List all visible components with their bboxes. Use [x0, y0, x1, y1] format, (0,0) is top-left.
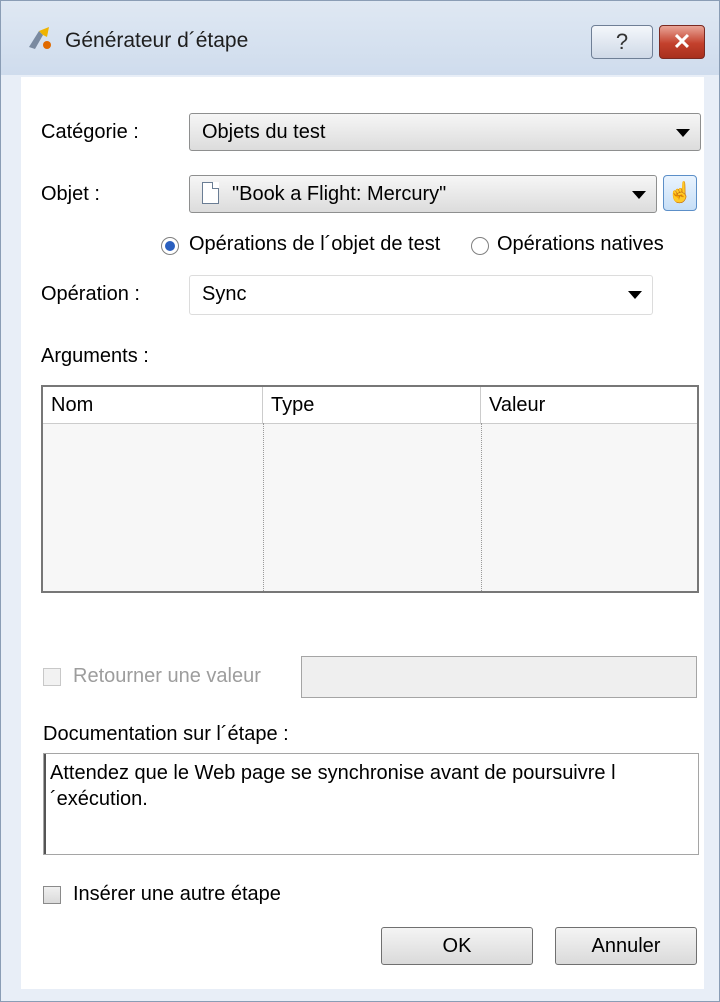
radio-native-operations[interactable] — [471, 237, 489, 255]
return-value-checkbox[interactable] — [43, 668, 61, 686]
insert-another-step-label[interactable]: Insérer une autre étape — [73, 883, 281, 906]
close-button[interactable]: ✕ — [659, 25, 705, 59]
object-select[interactable]: "Book a Flight: Mercury" — [189, 175, 657, 213]
category-value: Objets du test — [202, 121, 326, 143]
column-header-type[interactable]: Type — [263, 387, 481, 423]
return-value-label: Retourner une valeur — [73, 665, 261, 687]
ok-button[interactable]: OK — [381, 927, 533, 965]
operation-label: Opération : — [41, 283, 140, 305]
radio-native-operations-label[interactable]: Opérations natives — [497, 233, 664, 256]
window-title: Générateur d´étape — [65, 29, 249, 52]
step-generator-dialog: Générateur d´étape ? ✕ Catégorie : Objet… — [0, 0, 720, 1002]
category-label: Catégorie : — [41, 121, 139, 143]
pointing-hand-icon: ☝ — [667, 182, 693, 204]
column-header-valeur[interactable]: Valeur — [481, 387, 697, 423]
arguments-table-header: Nom Type Valeur — [43, 387, 697, 424]
return-value-field[interactable] — [301, 656, 697, 698]
column-divider — [481, 423, 482, 591]
help-button[interactable]: ? — [591, 25, 653, 59]
operation-select[interactable]: Sync — [189, 275, 653, 315]
chevron-down-icon — [676, 129, 690, 137]
insert-another-step-checkbox[interactable] — [43, 886, 61, 904]
object-value: "Book a Flight: Mercury" — [232, 183, 447, 205]
chevron-down-icon — [628, 291, 642, 299]
cancel-button[interactable]: Annuler — [555, 927, 697, 965]
radio-test-object-operations-label[interactable]: Opérations de l´objet de test — [189, 233, 440, 256]
object-label: Objet : — [41, 183, 100, 205]
column-divider — [263, 423, 264, 591]
radio-test-object-operations[interactable] — [161, 237, 179, 255]
document-icon — [202, 182, 219, 204]
column-header-nom[interactable]: Nom — [43, 387, 263, 423]
arguments-table[interactable]: Nom Type Valeur — [41, 385, 699, 593]
chevron-down-icon — [632, 191, 646, 199]
operation-value: Sync — [202, 283, 247, 305]
documentation-text[interactable]: Attendez que le Web page se synchronise … — [43, 753, 699, 855]
step-generator-icon — [29, 27, 51, 49]
documentation-label: Documentation sur l´étape : — [43, 723, 289, 745]
arguments-label: Arguments : — [41, 345, 149, 367]
title-bar: Générateur d´étape ? ✕ — [1, 1, 719, 75]
category-select[interactable]: Objets du test — [189, 113, 701, 151]
select-object-button[interactable]: ☝ — [663, 175, 697, 211]
